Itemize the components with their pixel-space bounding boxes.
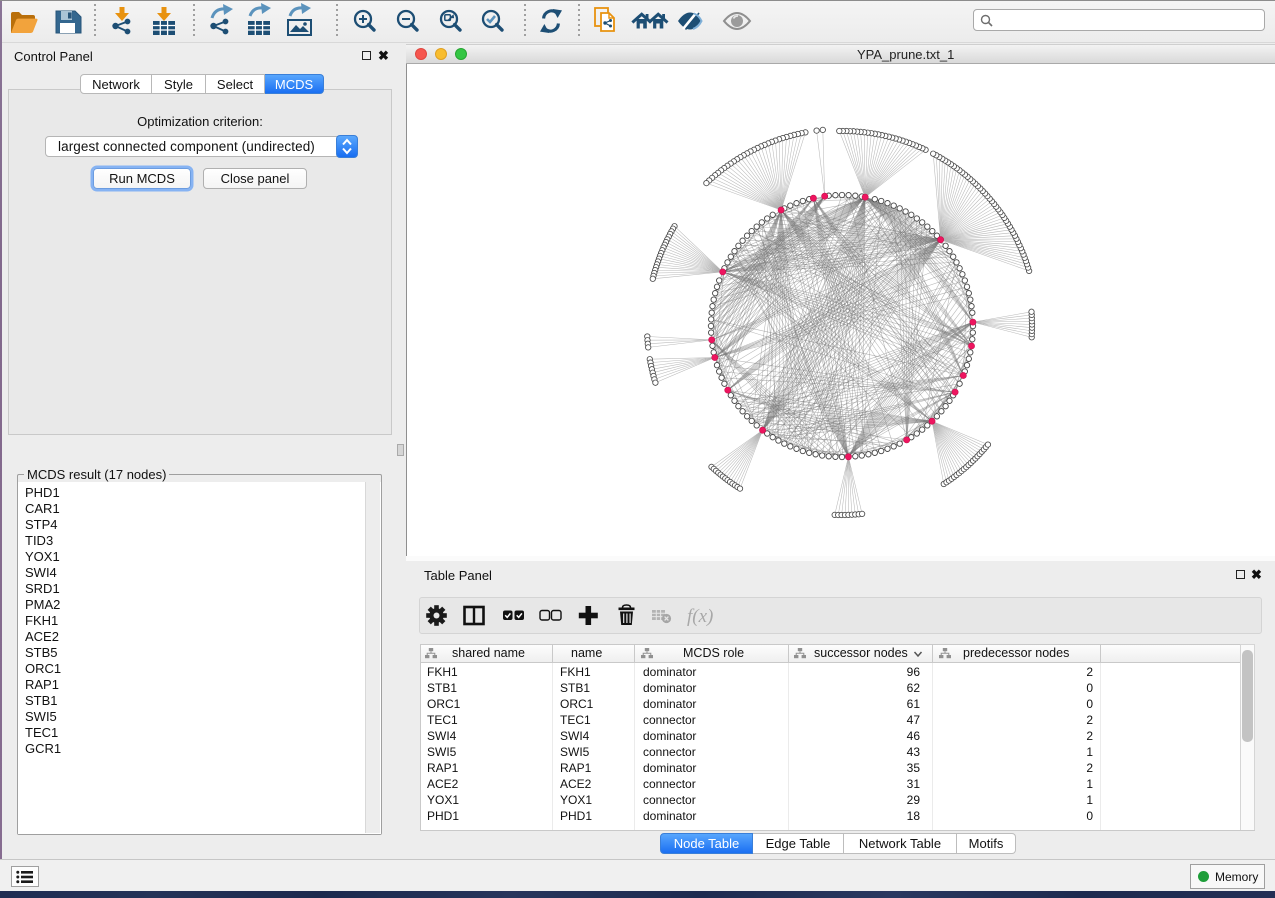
svg-text:f(x): f(x) [687, 606, 713, 627]
